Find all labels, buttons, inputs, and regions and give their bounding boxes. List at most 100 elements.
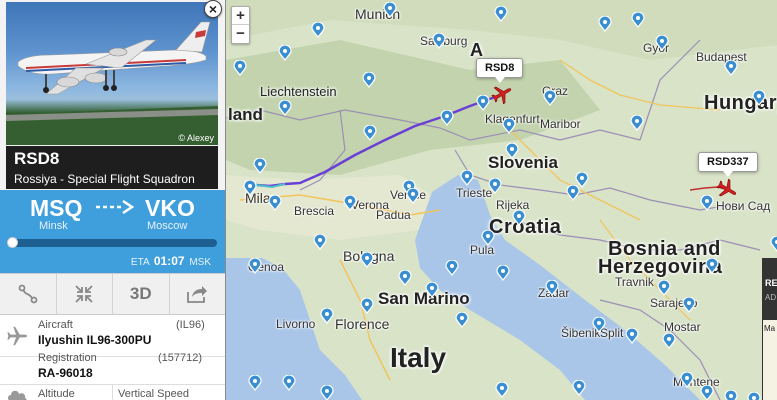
airport-pin[interactable]	[360, 252, 374, 268]
airport-pin[interactable]	[268, 195, 282, 211]
cloud-icon	[2, 387, 32, 400]
airport-pin[interactable]	[383, 2, 397, 18]
plane-icon[interactable]	[716, 178, 738, 205]
airport-pin[interactable]	[243, 180, 257, 196]
airport-pin[interactable]	[233, 60, 247, 76]
airport-pin[interactable]	[496, 265, 510, 281]
registration-label: Registration	[38, 352, 97, 364]
airport-pin[interactable]	[572, 380, 586, 396]
airport-pin[interactable]	[248, 258, 262, 274]
airport-pin[interactable]	[360, 298, 374, 314]
flight-callsign-tag[interactable]: RSD337	[698, 152, 758, 177]
registration-row: Registration (157712) RA-96018	[0, 350, 225, 385]
origin-code[interactable]: MSQ	[30, 195, 82, 222]
airport-pin[interactable]	[311, 22, 325, 38]
view-3d-button[interactable]: 3D	[113, 274, 170, 314]
airport-pin[interactable]	[398, 270, 412, 286]
operator-name: Rossiya - Special Flight Squadron	[14, 172, 195, 186]
airport-pin[interactable]	[476, 95, 490, 111]
ad-text: RE	[765, 278, 777, 288]
airport-pin[interactable]	[631, 12, 645, 28]
zoom-out-button[interactable]: −	[232, 25, 249, 43]
close-button[interactable]: ×	[204, 0, 222, 18]
destination-city: Moscow	[147, 220, 188, 232]
photo-credit: © Alexey	[178, 133, 214, 143]
airport-pin[interactable]	[625, 328, 639, 344]
zoom-control: + −	[231, 6, 250, 44]
airport-pin[interactable]	[770, 236, 777, 252]
route-arrow-icon	[94, 199, 136, 220]
route-icon	[18, 284, 38, 304]
airport-pin[interactable]	[752, 90, 766, 106]
airport-pin[interactable]	[253, 158, 267, 174]
airport-pin[interactable]	[700, 385, 714, 400]
country-label-land: land	[228, 105, 263, 124]
airport-pin[interactable]	[724, 60, 738, 76]
airport-pin[interactable]	[705, 258, 719, 274]
destination-code[interactable]: VKO	[145, 195, 195, 222]
airport-pin[interactable]	[363, 125, 377, 141]
airport-pin[interactable]	[432, 33, 446, 49]
airport-pin[interactable]	[505, 143, 519, 159]
airport-pin[interactable]	[425, 282, 439, 298]
city-label-budapest: Budapest	[696, 50, 747, 64]
ad-banner[interactable]: RE AD Ma	[762, 258, 777, 400]
flight-callsign: RSD8	[14, 149, 60, 168]
airport-pin[interactable]	[343, 195, 357, 211]
airport-pin[interactable]	[320, 308, 334, 324]
flight-callsign-tag[interactable]: RSD8	[476, 58, 524, 83]
registration-value: RA-96018	[38, 366, 93, 380]
airport-pin[interactable]	[406, 188, 420, 204]
eta: ETA 01:07 MSK	[131, 254, 211, 268]
airport-pin[interactable]	[455, 312, 469, 328]
airport-pin[interactable]	[445, 260, 459, 276]
airport-pin[interactable]	[494, 6, 508, 22]
airport-pin[interactable]	[460, 170, 474, 186]
aircraft-model: Ilyushin IL96-300PU	[38, 333, 152, 347]
airport-pin[interactable]	[700, 195, 714, 211]
airport-pin[interactable]	[592, 317, 606, 333]
aircraft-label: Aircraft	[38, 319, 73, 331]
view-3d-label: 3D	[129, 284, 152, 303]
city-label-padua: Padua	[376, 208, 411, 222]
airport-pin[interactable]	[282, 375, 296, 391]
share-icon	[187, 286, 208, 303]
city-label-mostar: Mostar	[664, 320, 701, 334]
airport-pin[interactable]	[278, 100, 292, 116]
fit-view-button[interactable]	[57, 274, 113, 314]
airport-pin[interactable]	[657, 280, 671, 296]
share-button[interactable]	[170, 274, 226, 314]
airport-pin[interactable]	[313, 234, 327, 250]
zoom-in-button[interactable]: +	[232, 7, 249, 25]
vertical-speed-label: Vertical Speed	[118, 388, 189, 400]
airport-pin[interactable]	[362, 72, 376, 88]
airport-pin[interactable]	[724, 390, 738, 400]
flight-id-bar: RSD8 Rossiya - Special Flight Squadron	[6, 146, 218, 189]
airport-pin[interactable]	[545, 280, 559, 296]
airport-pin[interactable]	[248, 375, 262, 391]
airport-pin[interactable]	[440, 110, 454, 126]
country-label-italy: Italy	[390, 342, 447, 373]
airport-pin[interactable]	[680, 372, 694, 388]
airport-pin[interactable]	[747, 392, 761, 400]
airport-pin[interactable]	[598, 16, 612, 32]
airport-pin[interactable]	[512, 210, 526, 226]
airport-pin[interactable]	[566, 185, 580, 201]
aircraft-type-code: (IL96)	[176, 319, 205, 331]
airport-pin[interactable]	[495, 382, 509, 398]
airport-pin[interactable]	[662, 333, 676, 349]
airport-pin[interactable]	[320, 385, 334, 400]
altitude-label: Altitude	[38, 388, 75, 400]
aircraft-photo: © Alexey	[6, 2, 218, 145]
country-label-liechtenstein: Liechtenstein	[260, 84, 337, 99]
airport-pin[interactable]	[655, 35, 669, 51]
airport-pin[interactable]	[543, 90, 557, 106]
plane-icon[interactable]	[490, 83, 514, 110]
show-route-button[interactable]	[0, 274, 57, 314]
airport-pin[interactable]	[488, 178, 502, 194]
airport-pin[interactable]	[278, 45, 292, 61]
airport-pin[interactable]	[502, 118, 516, 134]
airport-pin[interactable]	[682, 297, 696, 313]
airport-pin[interactable]	[630, 115, 644, 131]
airport-pin[interactable]	[481, 230, 495, 246]
